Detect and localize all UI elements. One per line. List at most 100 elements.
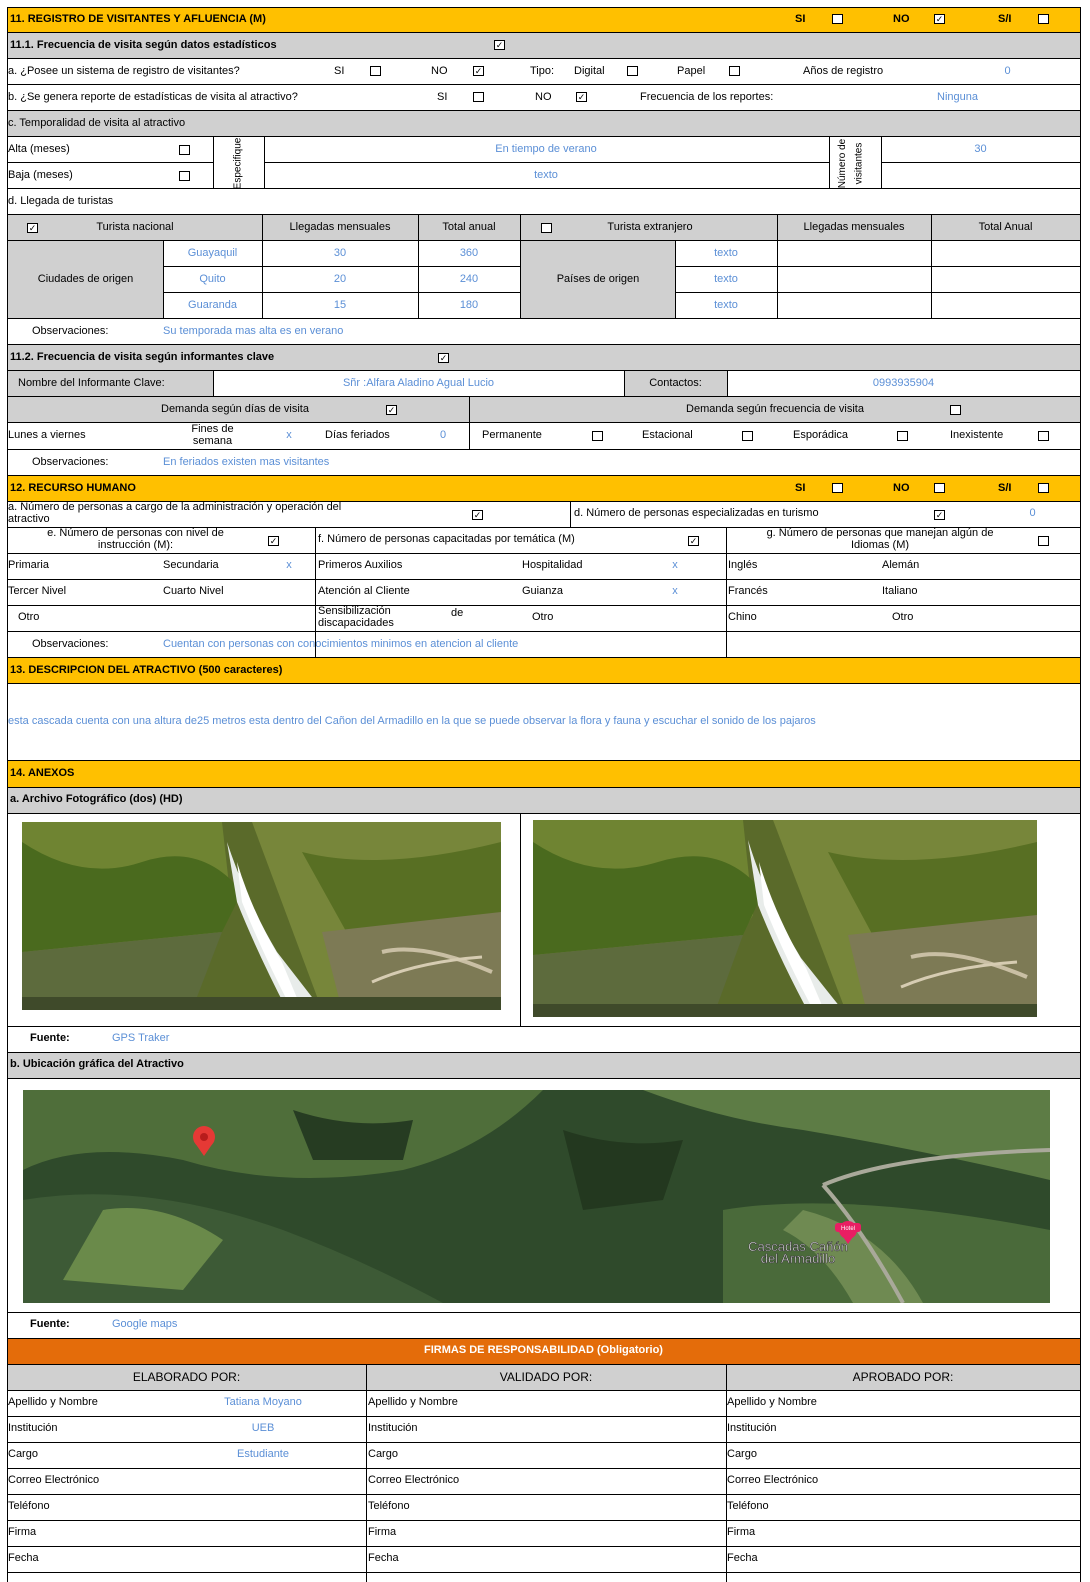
city-annual: 360 [459,247,479,260]
grid-line-h [7,1312,1081,1313]
llegadas-mensuales-ext-label: Llegadas mensuales [803,220,905,233]
observaciones-2-value: En feriados existen mas visitantes [163,456,330,469]
chino-label: Chino [728,611,757,624]
especifique-label: Especifique [232,137,244,189]
observaciones-value: Su temporada mas alta es en verano [163,325,344,338]
grid-line-v [366,1364,367,1582]
b-si-checkbox[interactable] [473,92,484,102]
papel-label: Papel [677,64,706,77]
grid-line-h [7,501,1081,502]
secundaria-label: Secundaria [163,559,219,572]
observaciones-3-value: Cuentan con personas con conocimientos m… [163,638,519,651]
s12-si-checkbox[interactable] [832,483,843,493]
administracion-checkbox-checked[interactable]: ✓ [472,510,483,520]
instruccion-checkbox-checked[interactable]: ✓ [268,536,279,546]
observaciones-3-label: Observaciones: [32,638,109,651]
a-no-checkbox-checked[interactable]: ✓ [473,66,484,76]
firma-row-label: Cargo [368,1448,398,1461]
otro-1-label: Otro [18,611,40,624]
baja-label: Baja (meses) [8,168,73,181]
baja-checkbox[interactable] [179,171,190,181]
firma-row-label: Cargo [8,1448,38,1461]
grid-line-v [726,527,727,658]
sa-checkbox[interactable] [1038,14,1049,24]
grid-line-h [7,188,1081,189]
turista-extranjero-label: Turista extranjero [607,220,693,233]
elaborado-value: UEB [251,1422,275,1435]
contactos-label: Contactos: [649,376,702,389]
si-unknown-label: S/I [998,12,1012,25]
firma-row-label: Teléfono [8,1500,50,1513]
sensibilizacion-de: de [451,607,464,620]
nivel-instruccion-label: e. Número de personas con nivel de instru… [47,527,224,551]
satellite-map[interactable]: Hotel Cascadas Cañón del Armadillo [23,1090,1050,1303]
idiomas-checkbox[interactable] [1038,536,1049,546]
papel-checkbox[interactable] [729,66,740,76]
waterfall-photo-2 [533,820,1037,1017]
descripcion-atractivo: esta cascada cuenta con una altura de25 … [8,715,816,728]
estacional-label: Estacional [642,429,693,442]
si-checkbox[interactable] [832,14,843,24]
idiomas-label: g. Número de personas que manejan algún … [766,527,994,551]
alta-value: En tiempo de verano [495,142,597,155]
a-si-checkbox[interactable] [370,66,381,76]
grid-line-h [7,449,1081,450]
city-annual: 240 [459,273,479,286]
s112-checkbox-checked[interactable]: ✓ [438,353,449,363]
s12-no-label: NO [893,481,910,494]
city-monthly: 30 [333,247,347,260]
frances-label: Francés [728,585,768,598]
firma-row-label: Apellido y Nombre [368,1396,458,1409]
permanente-checkbox[interactable] [592,431,603,441]
firma-row-label: Institución [8,1422,58,1435]
inexistente-label: Inexistente [950,429,1004,442]
country-name: texto [714,273,738,286]
alta-checkbox[interactable] [179,145,190,155]
inexistente-checkbox[interactable] [1038,431,1049,441]
grid-line-h [7,1390,1081,1391]
dias-feriados-label: Días feriados [325,429,390,442]
grid-line-h [7,58,1081,59]
firma-row-label: Fecha [368,1552,399,1565]
s111-checkbox-checked[interactable]: ✓ [494,40,505,50]
otro-2-label: Otro [532,611,554,624]
no-checkbox-checked[interactable]: ✓ [934,14,945,24]
digital-checkbox[interactable] [627,66,638,76]
estacional-checkbox[interactable] [742,431,753,441]
section-14-title: 14. ANEXOS [10,767,75,780]
demanda-frecuencia-checkbox[interactable] [950,405,961,415]
especializadas-checkbox-checked[interactable]: ✓ [934,510,945,520]
extranjero-checkbox[interactable] [541,223,552,233]
photo-archive-title: a. Archivo Fotográfico (dos) (HD) [10,793,183,806]
b-no-checkbox-checked[interactable]: ✓ [576,92,587,102]
aleman-label: Alemán [882,559,920,572]
grid-line-h [163,266,521,267]
capacitadas-checkbox-checked[interactable]: ✓ [688,536,699,546]
grid-line-h [7,84,1081,85]
capacitadas-label: f. Número de personas capacitadas por te… [318,533,575,546]
firma-row-label: Correo Electrónico [727,1474,819,1487]
nacional-checkbox-checked[interactable]: ✓ [27,223,38,233]
italiano-label: Italiano [882,585,918,598]
grid-line-h [7,422,1081,423]
esporadica-checkbox[interactable] [897,431,908,441]
num-visitantes-value: 30 [974,142,987,155]
s12-no-checkbox[interactable] [934,483,945,493]
satellite-map-image: Hotel Cascadas Cañón del Armadillo [23,1090,1050,1303]
atencion-cliente-label: Atención al Cliente [318,585,410,598]
grid-line-h [7,1364,1081,1365]
demanda-dias-checkbox-checked[interactable]: ✓ [386,405,397,415]
fines-semana-value: x [286,429,292,442]
grid-line-h [7,318,1081,319]
grid-line-h [7,7,1081,8]
grid-line-h [7,214,1081,215]
subsection-11-1-title: 11.1. Frecuencia de visita según datos e… [10,38,277,51]
city-annual: 180 [459,299,479,312]
map-hotel-badge: Hotel [841,1226,855,1232]
grid-line-h [7,683,1081,684]
primeros-auxilios-label: Primeros Auxilios [318,559,403,572]
especializadas-value: 0 [1029,507,1036,520]
ingles-label: Inglés [728,559,758,572]
grid-line-v [829,136,830,189]
s12-sa-checkbox[interactable] [1038,483,1049,493]
